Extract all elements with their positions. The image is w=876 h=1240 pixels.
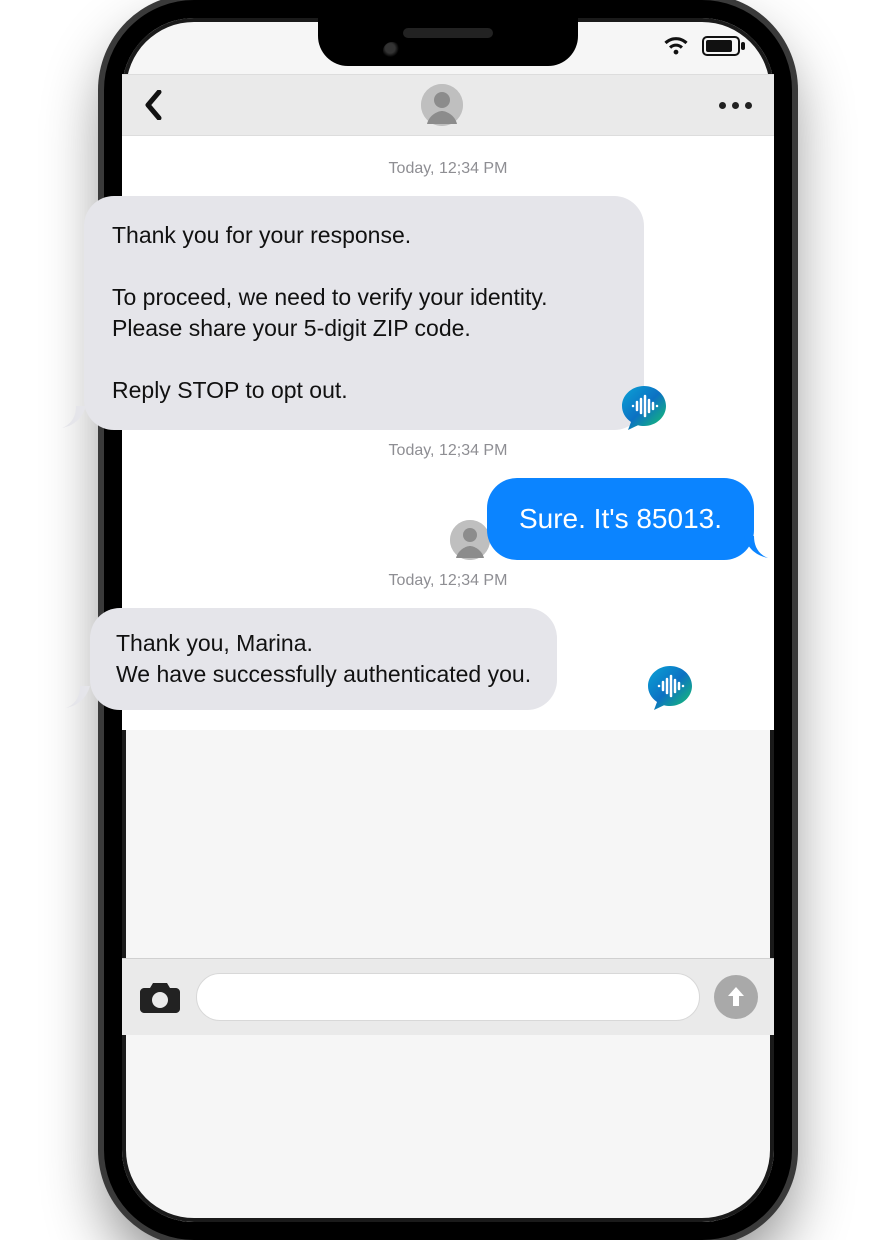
dot-icon xyxy=(719,102,726,109)
dot-icon xyxy=(732,102,739,109)
message-timestamp: Today, 12;34 PM xyxy=(122,148,774,196)
incoming-message-row: Thank you, Marina. We have successfully … xyxy=(122,608,774,710)
phone-notch xyxy=(318,14,578,66)
bubble-tail-icon xyxy=(744,536,768,558)
phone-frame: Today, 12;34 PM Thank you for your respo… xyxy=(104,0,792,1240)
outgoing-message-bubble[interactable]: Sure. It's 85013. xyxy=(487,478,754,560)
message-timestamp: Today, 12;34 PM xyxy=(122,560,774,608)
camera-button[interactable] xyxy=(138,978,182,1016)
more-options-button[interactable] xyxy=(719,102,752,109)
battery-icon xyxy=(702,35,746,57)
message-input[interactable] xyxy=(196,973,700,1021)
conversation-header xyxy=(122,74,774,136)
dot-icon xyxy=(745,102,752,109)
compose-bar xyxy=(122,958,774,1035)
bubble-tail-icon xyxy=(62,406,86,428)
waveform-chat-icon xyxy=(644,662,696,714)
wifi-icon xyxy=(662,35,690,57)
incoming-message-bubble[interactable]: Thank you for your response. To proceed,… xyxy=(84,196,644,430)
back-button[interactable] xyxy=(144,90,164,120)
bubble-tail-icon xyxy=(66,686,90,708)
message-thread[interactable]: Today, 12;34 PM Thank you for your respo… xyxy=(122,136,774,730)
sender-avatar-icon xyxy=(450,520,490,560)
phone-front-camera xyxy=(383,42,401,60)
message-timestamp: Today, 12;34 PM xyxy=(122,430,774,478)
waveform-chat-icon xyxy=(618,382,670,434)
incoming-message-row: Thank you for your response. To proceed,… xyxy=(122,196,774,430)
phone-speaker xyxy=(403,28,493,38)
incoming-message-bubble[interactable]: Thank you, Marina. We have successfully … xyxy=(90,608,557,710)
contact-avatar[interactable] xyxy=(421,84,463,126)
send-button[interactable] xyxy=(714,975,758,1019)
outgoing-message-row: Sure. It's 85013. xyxy=(122,478,774,560)
